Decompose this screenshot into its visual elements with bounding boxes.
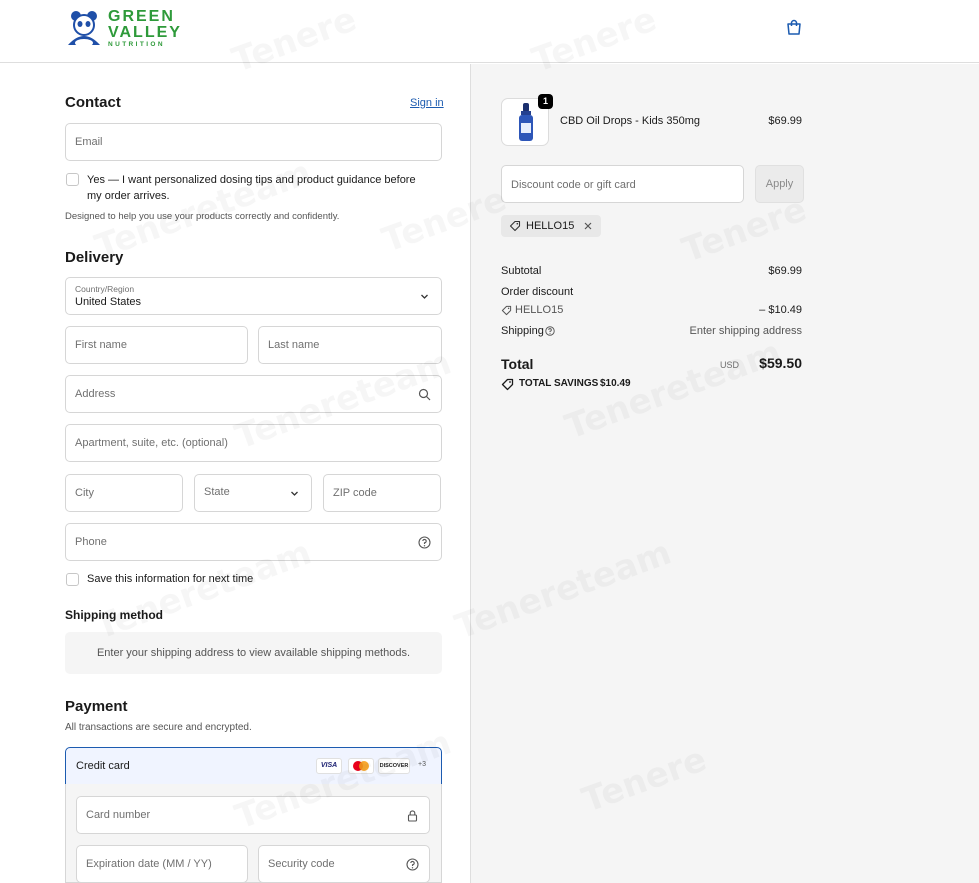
card-number-field[interactable]: Card number	[76, 796, 430, 834]
quantity-badge: 1	[538, 94, 553, 109]
more-cards-badge: +3	[418, 761, 426, 768]
first-name-placeholder: First name	[75, 339, 127, 351]
checkout-form: Contact Sign in Email Yes — I want perso…	[0, 64, 470, 883]
phone-placeholder: Phone	[75, 536, 107, 548]
header: GREEN VALLEY NUTRITION	[0, 0, 979, 63]
lock-icon	[407, 810, 418, 822]
total-savings-value: $10.49	[600, 378, 631, 389]
country-label: Country/Region	[75, 284, 135, 294]
marketing-opt-in-checkbox[interactable]	[66, 173, 79, 186]
total-value: $59.50	[759, 355, 802, 371]
sign-in-link[interactable]: Sign in	[410, 97, 444, 109]
marketing-opt-in-label: Yes — I want personalized dosing tips an…	[87, 174, 416, 202]
tag-icon	[501, 305, 512, 316]
mastercard-icon	[348, 758, 374, 774]
close-icon[interactable]	[583, 221, 593, 231]
brand-line-3: NUTRITION	[108, 41, 165, 49]
subtotal-label: Subtotal	[501, 265, 542, 277]
country-value: United States	[75, 296, 142, 308]
applied-discount-chip: HELLO15	[501, 215, 602, 237]
order-summary: 1 CBD Oil Drops - Kids 350mg $69.99 Disc…	[470, 64, 979, 883]
apply-discount-button[interactable]: Apply	[755, 165, 804, 203]
help-circle-icon[interactable]	[418, 536, 431, 549]
search-icon	[418, 388, 431, 401]
discount-code-label: HELLO15	[515, 304, 564, 316]
address-placeholder: Address	[75, 388, 116, 400]
phone-field[interactable]: Phone	[65, 523, 442, 561]
discount-value: – $10.49	[759, 304, 802, 316]
savings-tag-icon	[501, 378, 514, 391]
zip-code-field[interactable]: ZIP code	[323, 474, 441, 512]
currency-label: USD	[719, 360, 739, 370]
email-field[interactable]: Email	[65, 123, 442, 161]
first-name-field[interactable]: First name	[65, 326, 248, 364]
last-name-field[interactable]: Last name	[258, 326, 442, 364]
product-price: $69.99	[768, 115, 802, 127]
total-label: Total	[501, 356, 534, 372]
chevron-down-icon	[291, 491, 298, 496]
help-circle-icon[interactable]	[406, 858, 419, 871]
save-info-checkbox[interactable]	[66, 573, 79, 586]
product-name: CBD Oil Drops - Kids 350mg	[560, 115, 700, 127]
state-select[interactable]: State	[194, 474, 312, 512]
discount-code-input[interactable]: Discount code or gift card	[501, 165, 744, 203]
address-field[interactable]: Address	[65, 375, 442, 413]
visa-icon: VISA	[316, 758, 342, 774]
expiration-placeholder: Expiration date (MM / YY)	[86, 858, 212, 870]
brand-line-2: VALLEY	[108, 24, 182, 42]
security-code-field[interactable]: Security code	[258, 845, 430, 883]
credit-card-form: Card number Expiration date (MM / YY) Se…	[65, 784, 442, 883]
zip-placeholder: ZIP code	[333, 487, 377, 499]
delivery-heading: Delivery	[65, 249, 124, 266]
panda-logo-icon	[68, 11, 100, 47]
brand-line-1: GREEN	[108, 8, 175, 26]
opt-in-helper-text: Designed to help you use your products c…	[65, 211, 340, 222]
card-number-placeholder: Card number	[86, 809, 151, 821]
save-info-label: Save this information for next time	[87, 573, 254, 585]
apartment-field[interactable]: Apartment, suite, etc. (optional)	[65, 424, 442, 462]
shopping-bag-icon[interactable]	[785, 18, 803, 36]
payment-heading: Payment	[65, 698, 128, 715]
shipping-method-heading: Shipping method	[65, 608, 163, 622]
discover-icon: DISCOVER	[378, 758, 410, 774]
credit-card-option[interactable]: Credit card VISA DISCOVER +3	[65, 747, 442, 785]
security-code-placeholder: Security code	[268, 858, 335, 870]
shipping-value: Enter shipping address	[689, 325, 802, 337]
shipping-method-message: Enter your shipping address to view avai…	[65, 632, 442, 674]
applied-discount-code: HELLO15	[526, 220, 575, 232]
city-placeholder: City	[75, 487, 94, 499]
expiration-date-field[interactable]: Expiration date (MM / YY)	[76, 845, 248, 883]
subtotal-value: $69.99	[768, 265, 802, 277]
email-placeholder-text: Email	[75, 136, 103, 148]
city-field[interactable]: City	[65, 474, 183, 512]
credit-card-label: Credit card	[76, 760, 130, 772]
shipping-label: Shipping	[501, 325, 544, 337]
tag-icon	[509, 220, 521, 232]
last-name-placeholder: Last name	[268, 339, 320, 351]
apartment-placeholder: Apartment, suite, etc. (optional)	[75, 437, 228, 449]
help-circle-icon[interactable]	[545, 326, 555, 336]
total-savings-label: TOTAL SAVINGS	[519, 378, 599, 389]
discount-placeholder: Discount code or gift card	[511, 179, 636, 191]
order-discount-label: Order discount	[501, 286, 574, 298]
state-placeholder: State	[204, 486, 230, 498]
brand-logo[interactable]: GREEN VALLEY NUTRITION	[64, 8, 182, 50]
chevron-down-icon	[421, 294, 428, 299]
country-select[interactable]: Country/Region United States	[65, 277, 442, 315]
payment-subtitle: All transactions are secure and encrypte…	[65, 722, 252, 733]
contact-heading: Contact	[65, 94, 121, 111]
